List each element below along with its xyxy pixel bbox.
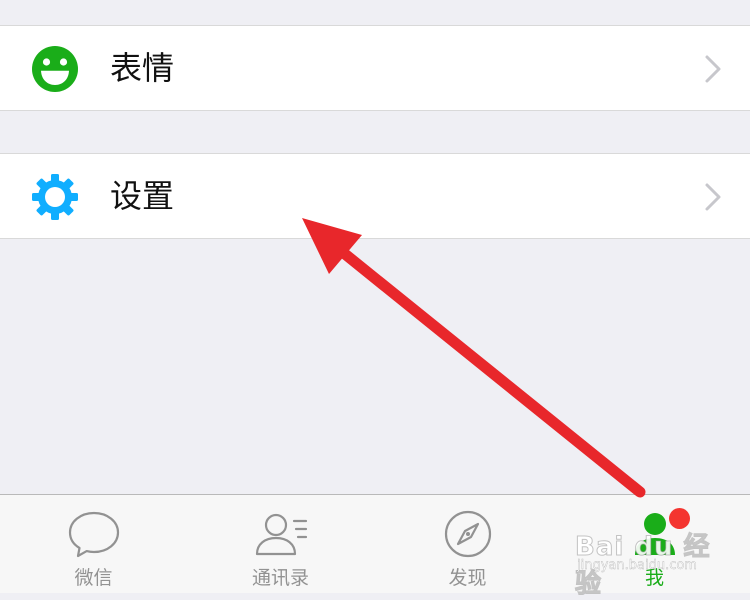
- chevron-right-icon: [705, 55, 721, 83]
- smiley-icon: [32, 46, 78, 92]
- menu-item-emoji-label: 表情: [110, 49, 175, 87]
- menu-item-emoji[interactable]: 表情: [0, 25, 750, 111]
- tab-me-label: 我: [644, 567, 664, 589]
- tab-discover-label: 发现: [448, 567, 487, 589]
- compass-icon: [444, 510, 491, 558]
- chat-bubble-icon: [68, 511, 119, 558]
- tab-wechat-label: 微信: [74, 567, 113, 589]
- me-page: 表情 设置 微信 通讯录 发现 我 Bai du 经验 jingyan.baid…: [0, 0, 750, 600]
- contacts-icon: [255, 513, 307, 556]
- notification-badge: [669, 508, 690, 529]
- tab-discover[interactable]: 发现: [374, 495, 561, 594]
- menu-item-settings-label: 设置: [110, 177, 175, 215]
- tab-me[interactable]: 我: [561, 495, 748, 594]
- tab-wechat[interactable]: 微信: [0, 495, 187, 594]
- menu-item-settings[interactable]: 设置: [0, 153, 750, 239]
- tab-contacts[interactable]: 通讯录: [187, 495, 374, 594]
- tab-contacts-label: 通讯录: [251, 567, 309, 589]
- gear-icon: [32, 174, 78, 220]
- chevron-right-icon: [705, 183, 721, 211]
- bottom-tab-bar: 微信 通讯录 发现 我: [0, 494, 750, 593]
